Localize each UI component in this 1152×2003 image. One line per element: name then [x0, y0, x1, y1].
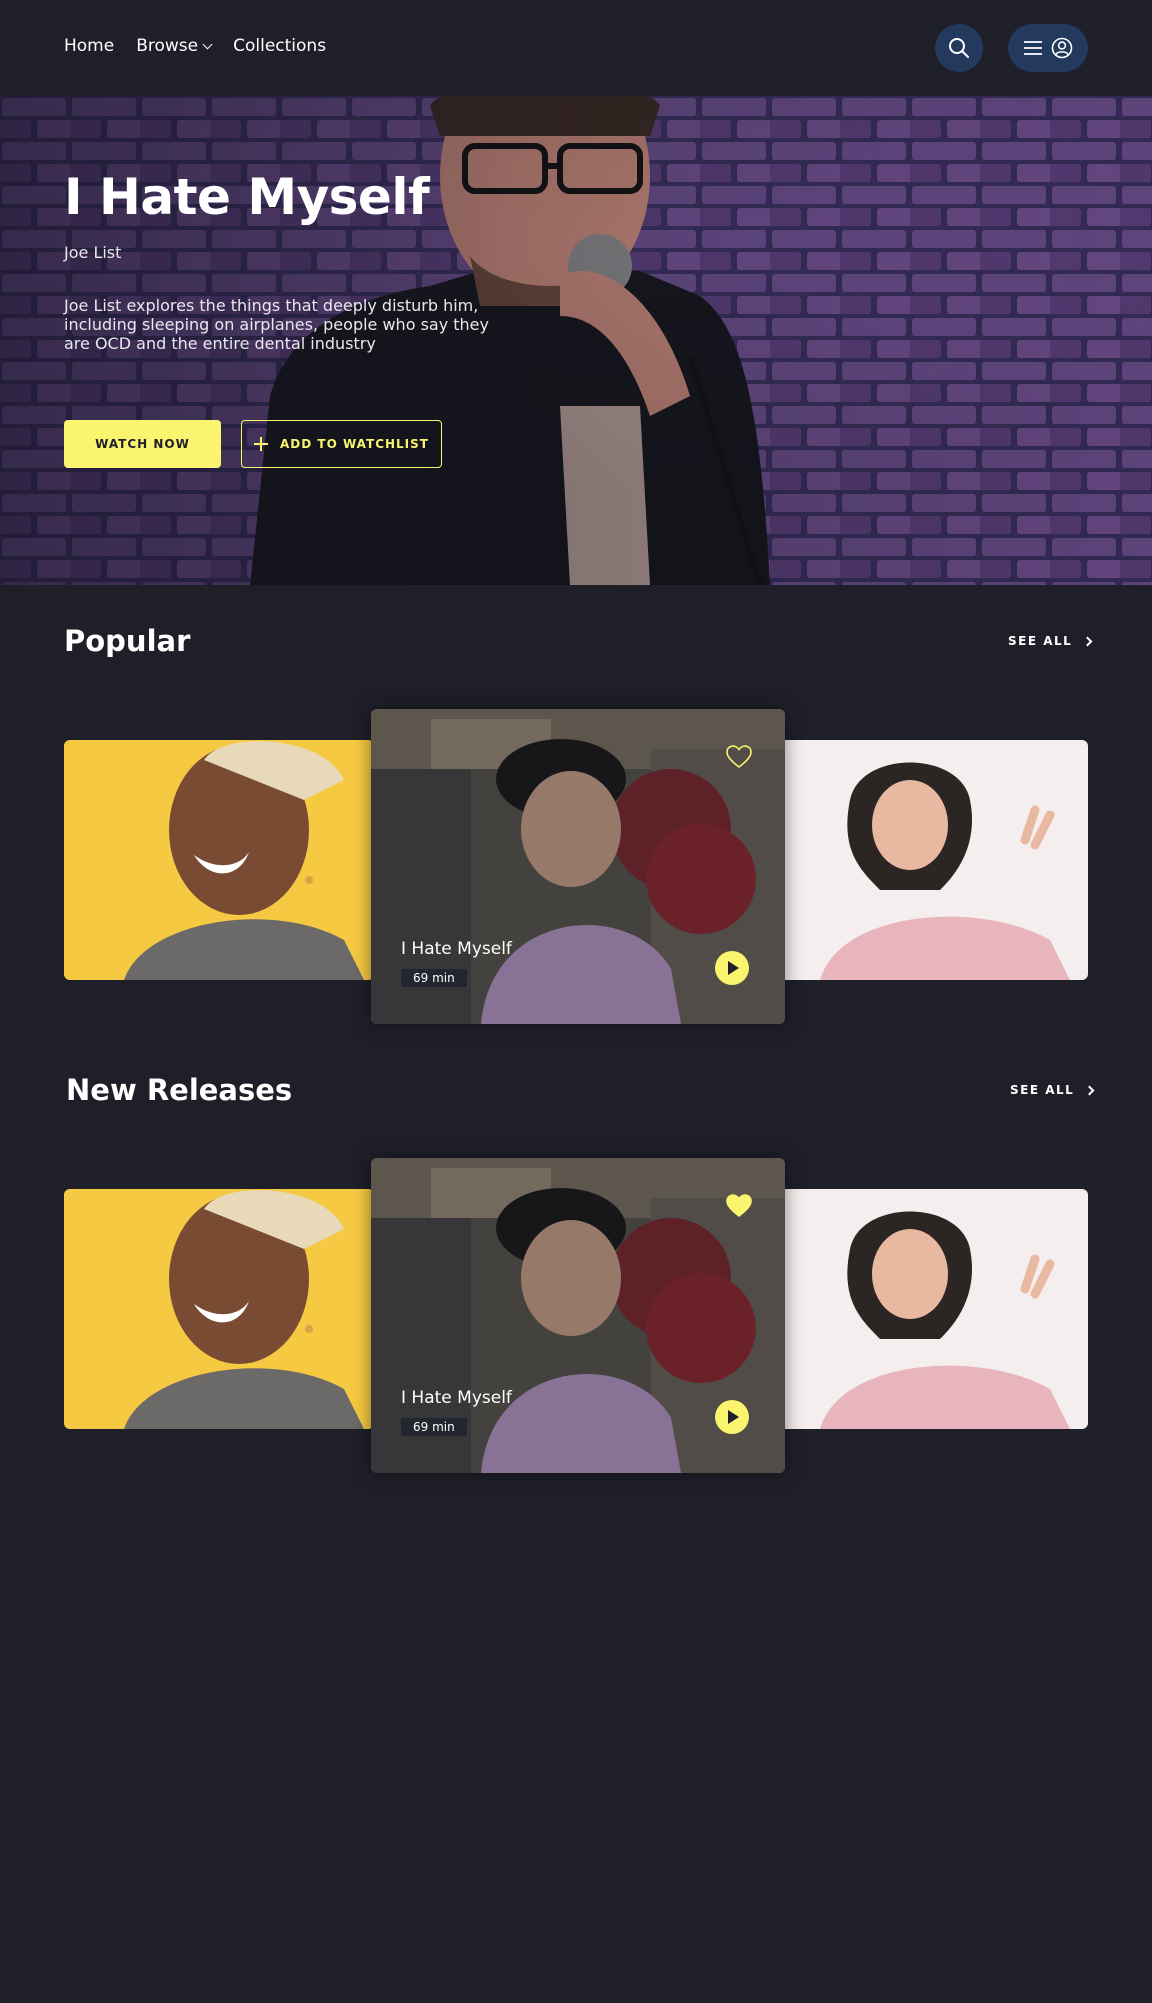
new-releases-featured-card[interactable]: I Hate Myself 69 min	[371, 1158, 785, 1473]
card-thumbnail	[780, 740, 1088, 980]
play-icon	[728, 961, 739, 975]
nav-home[interactable]: Home	[64, 36, 114, 56]
nav-browse[interactable]: Browse	[136, 36, 213, 56]
card-thumbnail	[64, 1189, 374, 1429]
nav-browse-label: Browse	[136, 36, 199, 56]
main-nav: Home Browse Collections	[64, 36, 326, 56]
search-icon	[949, 38, 969, 58]
new-releases-card-right[interactable]	[780, 1189, 1088, 1429]
add-to-watchlist-button[interactable]: ADD TO WATCHLIST	[241, 420, 442, 468]
hero-banner: I Hate Myself Joe List Joe List explores…	[0, 96, 1152, 585]
chevron-right-icon	[1084, 1085, 1095, 1095]
see-all-popular-link[interactable]: SEE ALL	[1008, 634, 1093, 648]
search-button[interactable]	[935, 24, 983, 72]
new-releases-card-left[interactable]	[64, 1189, 374, 1429]
play-icon	[728, 1410, 739, 1424]
chevron-right-icon	[1082, 636, 1093, 646]
chevron-down-icon	[202, 39, 213, 49]
plus-icon	[254, 437, 268, 451]
add-to-watchlist-label: ADD TO WATCHLIST	[280, 437, 429, 451]
card-title: I Hate Myself	[401, 1388, 512, 1408]
see-all-new-releases-link[interactable]: SEE ALL	[1010, 1083, 1095, 1097]
user-icon	[1051, 37, 1073, 59]
watch-now-button[interactable]: WATCH NOW	[64, 420, 221, 468]
play-button[interactable]	[715, 1400, 749, 1434]
duration-badge: 69 min	[401, 1418, 467, 1436]
hamburger-icon	[1024, 41, 1042, 55]
section-title-popular: Popular	[64, 624, 191, 658]
see-all-label: SEE ALL	[1010, 1083, 1075, 1097]
hero-subtitle: Joe List	[64, 243, 122, 262]
hero-description: Joe List explores the things that deeply…	[64, 296, 489, 353]
play-button[interactable]	[715, 951, 749, 985]
heart-icon[interactable]	[726, 745, 752, 769]
account-menu-button[interactable]	[1008, 24, 1088, 72]
nav-collections[interactable]: Collections	[233, 36, 326, 56]
top-header: Home Browse Collections	[0, 0, 1152, 96]
popular-card-left[interactable]	[64, 740, 374, 980]
popular-featured-card[interactable]: I Hate Myself 69 min	[371, 709, 785, 1024]
card-thumbnail	[64, 740, 374, 980]
see-all-label: SEE ALL	[1008, 634, 1073, 648]
duration-badge: 69 min	[401, 969, 467, 987]
card-thumbnail	[780, 1189, 1088, 1429]
popular-card-right[interactable]	[780, 740, 1088, 980]
section-title-new-releases: New Releases	[66, 1073, 293, 1107]
heart-icon[interactable]	[726, 1194, 752, 1218]
hero-title: I Hate Myself	[64, 168, 430, 226]
card-title: I Hate Myself	[401, 939, 512, 959]
